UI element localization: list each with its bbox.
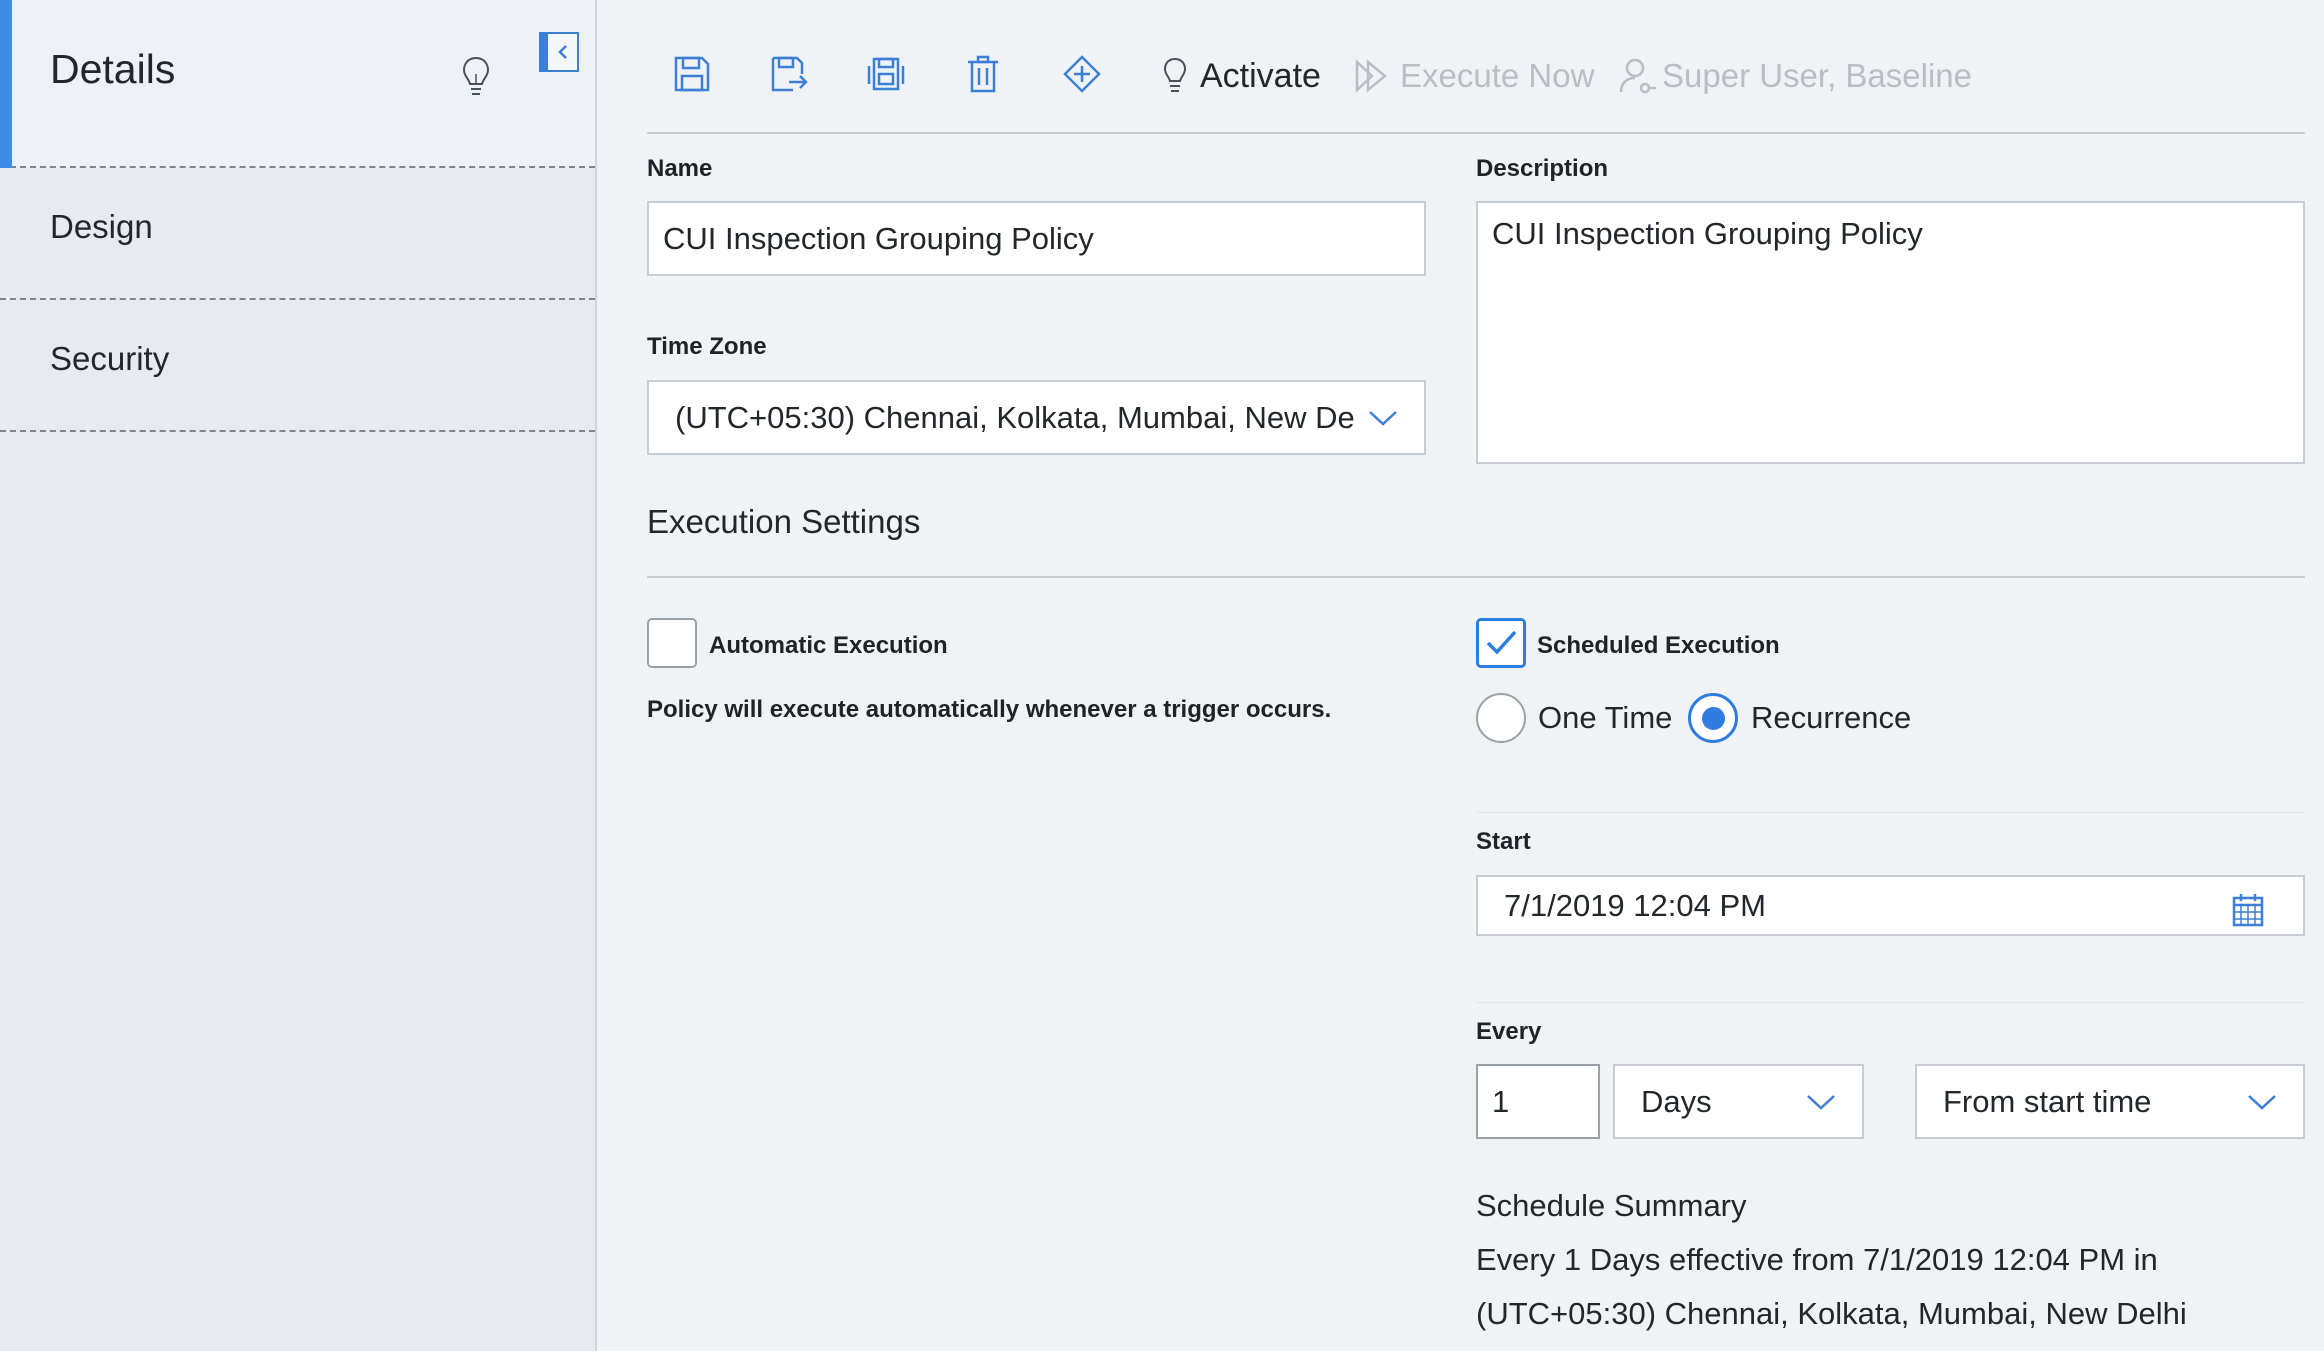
recurrence-label: Recurrence xyxy=(1751,700,1912,735)
schedule-summary-line-2: (UTC+05:30) Chennai, Kolkata, Mumbai, Ne… xyxy=(1476,1296,2187,1331)
active-indicator xyxy=(0,0,12,168)
save-all-icon[interactable] xyxy=(866,54,906,94)
user-button[interactable]: Super User, Baseline xyxy=(1618,48,1972,104)
automatic-execution-label: Automatic Execution xyxy=(709,632,948,659)
one-time-radio[interactable] xyxy=(1476,693,1526,743)
save-as-icon[interactable] xyxy=(769,54,809,94)
recurrence-radio[interactable] xyxy=(1688,693,1738,743)
chevron-left-icon xyxy=(558,45,567,59)
execute-now-label: Execute Now xyxy=(1400,57,1595,94)
every-label: Every xyxy=(1476,1018,1542,1045)
schedule-summary-line-1: Every 1 Days effective from 7/1/2019 12:… xyxy=(1476,1242,2158,1277)
sidebar-item-security[interactable]: Security xyxy=(0,300,595,432)
collapse-panel-button[interactable] xyxy=(539,32,579,72)
checkmark-icon xyxy=(1486,630,1517,655)
toolbar-divider xyxy=(647,132,2305,134)
recurrence-basis-select[interactable]: From start time xyxy=(1915,1064,2305,1139)
timezone-value: (UTC+05:30) Chennai, Kolkata, Mumbai, Ne… xyxy=(675,399,1356,435)
interval-unit-select[interactable]: Days xyxy=(1613,1064,1864,1139)
activate-button[interactable]: Activate xyxy=(1162,48,1321,104)
timezone-select[interactable]: (UTC+05:30) Chennai, Kolkata, Mumbai, Ne… xyxy=(647,380,1426,455)
execute-now-button[interactable]: Execute Now xyxy=(1354,48,1594,104)
schedule-summary-title: Schedule Summary xyxy=(1476,1188,1747,1223)
calendar-icon[interactable] xyxy=(2232,893,2264,927)
delete-icon[interactable] xyxy=(963,54,1003,94)
user-label: Super User, Baseline xyxy=(1662,57,1973,94)
chevron-down-icon xyxy=(1807,1094,1835,1110)
sidebar-title: Details xyxy=(50,46,176,92)
start-datetime-input[interactable] xyxy=(1476,875,2305,936)
chevron-down-icon xyxy=(1369,410,1397,426)
sidebar-item-label: Design xyxy=(50,208,153,245)
activate-label: Activate xyxy=(1200,56,1321,95)
timezone-label: Time Zone xyxy=(647,333,767,360)
sidebar-item-details[interactable]: Details xyxy=(0,0,595,168)
scheduled-execution-label: Scheduled Execution xyxy=(1537,632,1780,659)
description-label: Description xyxy=(1476,155,1609,182)
execution-settings-title: Execution Settings xyxy=(647,503,921,540)
divider xyxy=(1476,812,2305,813)
start-label: Start xyxy=(1476,828,1531,855)
interval-unit-value: Days xyxy=(1641,1083,1712,1119)
scheduled-execution-checkbox[interactable] xyxy=(1476,618,1526,668)
sidebar-item-design[interactable]: Design xyxy=(0,168,595,300)
fast-forward-icon xyxy=(1355,59,1387,93)
chevron-down-icon xyxy=(2248,1094,2276,1110)
sidebar-item-label: Security xyxy=(50,340,170,377)
user-key-icon xyxy=(1619,58,1656,94)
sidebar: Details Design Security xyxy=(0,0,597,1351)
automatic-execution-checkbox[interactable] xyxy=(647,618,697,668)
one-time-label: One Time xyxy=(1538,700,1673,735)
divider xyxy=(1476,1002,2305,1003)
recurrence-basis-value: From start time xyxy=(1943,1083,2152,1119)
description-input[interactable]: CUI Inspection Grouping Policy xyxy=(1476,201,2305,464)
validate-icon[interactable] xyxy=(1062,54,1102,94)
save-icon[interactable] xyxy=(672,54,712,94)
lightbulb-icon[interactable] xyxy=(461,56,491,100)
section-divider xyxy=(647,576,2305,578)
automatic-execution-help: Policy will execute automatically whenev… xyxy=(647,696,1332,723)
name-input[interactable] xyxy=(647,201,1426,276)
lightbulb-icon xyxy=(1163,57,1187,92)
name-label: Name xyxy=(647,155,713,182)
every-interval-input[interactable] xyxy=(1476,1064,1600,1139)
